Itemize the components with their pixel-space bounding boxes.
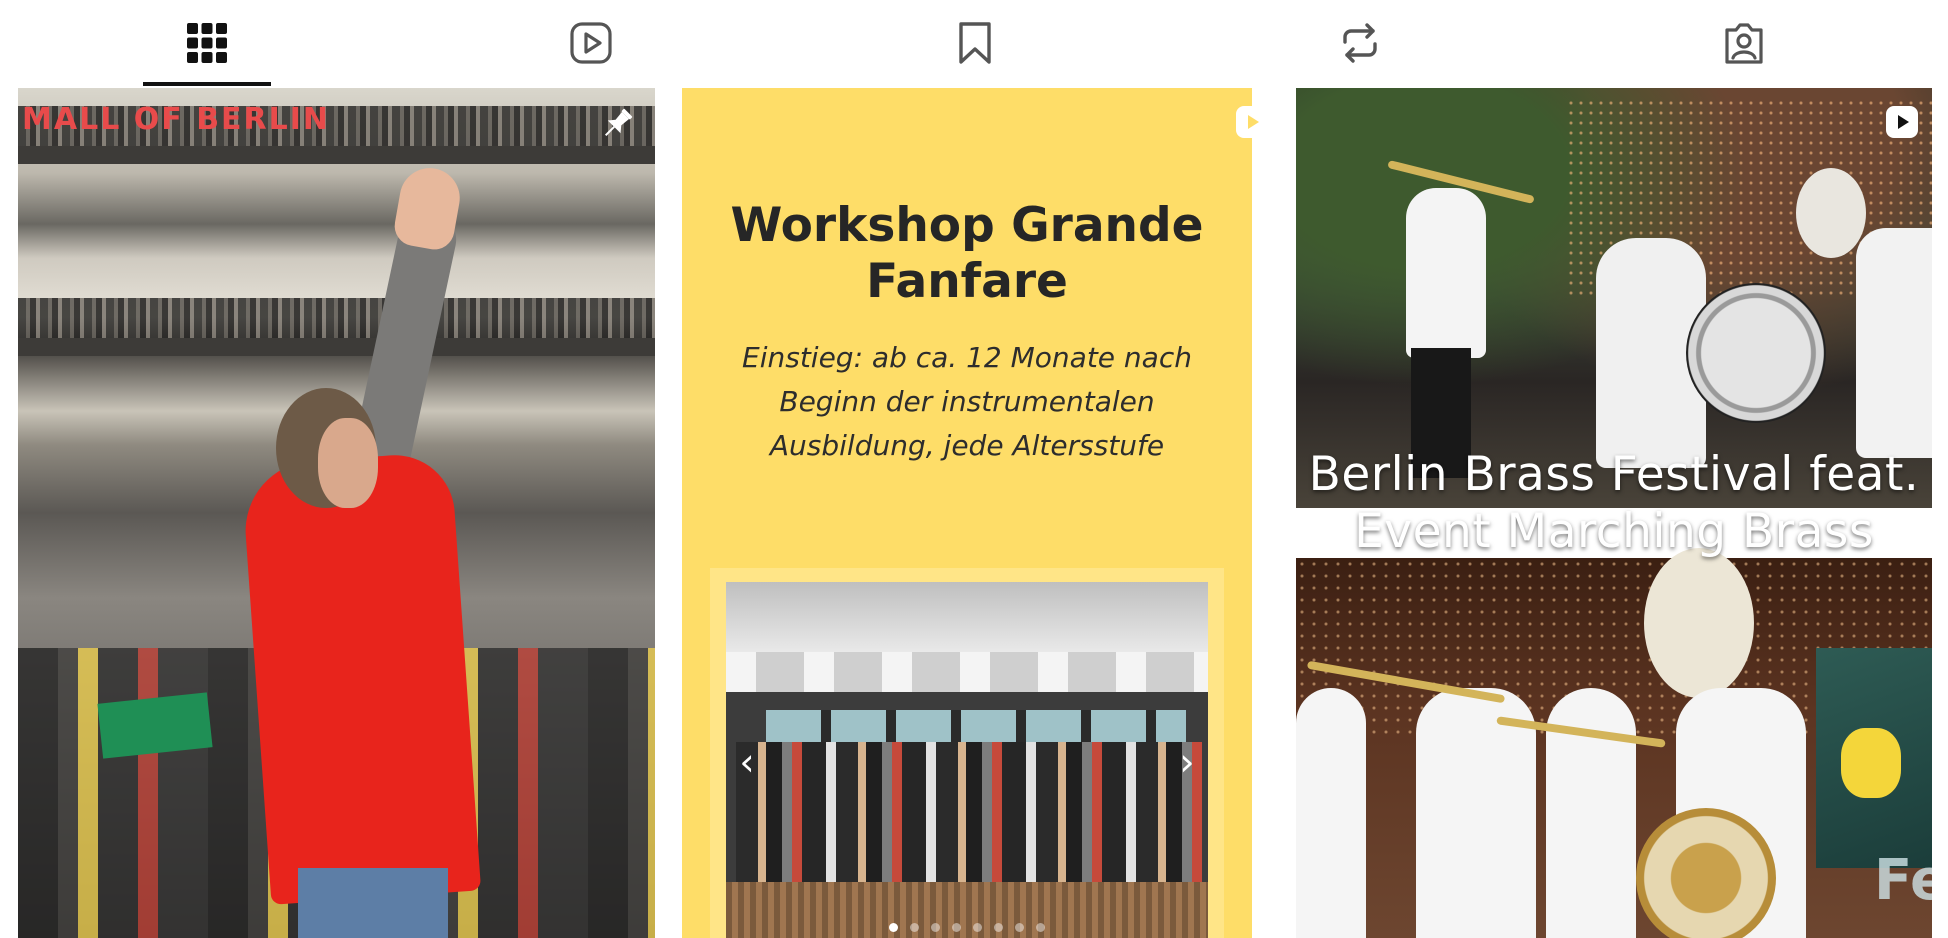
carousel-dot[interactable] — [952, 923, 961, 932]
tuba — [1636, 808, 1776, 938]
snare-player — [1856, 228, 1932, 458]
mall-sign: MALL OF BERLIN — [22, 102, 331, 137]
conductor-face — [318, 418, 378, 508]
carousel-dot[interactable] — [931, 923, 940, 932]
group-of-musicians — [736, 742, 1202, 892]
tab-reels[interactable] — [527, 0, 655, 86]
conductor-jeans — [298, 868, 448, 938]
banner-fragment: Fe — [1874, 848, 1932, 913]
conductor-shirt — [240, 451, 482, 905]
sousaphone-bell — [1796, 168, 1866, 258]
tab-tagged[interactable] — [1680, 0, 1808, 86]
tab-reposts[interactable] — [1296, 0, 1424, 86]
tab-posts-grid[interactable] — [143, 0, 271, 86]
post-tile-brass-festival[interactable]: Fe Berlin Brass Festival feat. Event Mar… — [1296, 88, 1932, 938]
pin-icon — [604, 108, 633, 137]
reel-caption: Berlin Brass Festival feat. Event Marchi… — [1296, 446, 1932, 560]
balcony-rail — [18, 338, 655, 356]
saved-icon — [959, 22, 991, 64]
sousaphone-bell — [1644, 548, 1754, 698]
workshop-title: Workshop Grande Fanfare — [730, 198, 1204, 309]
room-beams — [726, 652, 1208, 692]
carousel-dot[interactable] — [910, 923, 919, 932]
bass-drum — [1686, 283, 1826, 423]
tagged-icon — [1725, 23, 1763, 64]
reposts-icon — [1343, 23, 1377, 63]
carousel-frame: ‹ › — [710, 568, 1224, 938]
chevron-right-icon[interactable]: › — [1170, 742, 1204, 782]
crowd-balcony — [18, 298, 655, 338]
carousel-dot[interactable] — [889, 923, 898, 932]
post-tile-mall-concert[interactable]: MALL OF BERLIN — [18, 88, 655, 938]
workshop-card: Workshop Grande Fanfare Einstieg: ab ca.… — [682, 88, 1252, 938]
grid-icon — [187, 23, 227, 63]
banner-character — [1841, 728, 1901, 798]
reel-icon — [1236, 106, 1268, 138]
carousel-dot[interactable] — [1036, 923, 1045, 932]
music-stand — [97, 692, 213, 759]
carousel-dot[interactable] — [1015, 923, 1024, 932]
workshop-subtitle: Einstieg: ab ca. 12 Monate nach Beginn d… — [742, 341, 1192, 462]
chevron-left-icon[interactable]: ‹ — [730, 742, 764, 782]
reel-caption-line-2: Event Marching Brass — [1354, 504, 1874, 559]
room-ceiling — [726, 582, 1208, 652]
carousel-photo: ‹ › — [726, 582, 1208, 938]
musician — [1296, 688, 1366, 938]
post-tile-workshop[interactable]: Workshop Grande Fanfare Einstieg: ab ca.… — [672, 88, 1278, 938]
tab-saved[interactable] — [911, 0, 1039, 86]
balcony-rail — [18, 146, 655, 164]
carousel-dot[interactable] — [973, 923, 982, 932]
carousel-dot[interactable] — [994, 923, 1003, 932]
profile-tab-bar — [0, 0, 1948, 86]
reels-icon — [570, 22, 612, 64]
carousel-dots — [726, 923, 1208, 932]
reel-caption-line-1: Berlin Brass Festival feat. — [1308, 447, 1920, 502]
trombone-player — [1406, 188, 1486, 358]
reel-icon — [1886, 106, 1918, 138]
